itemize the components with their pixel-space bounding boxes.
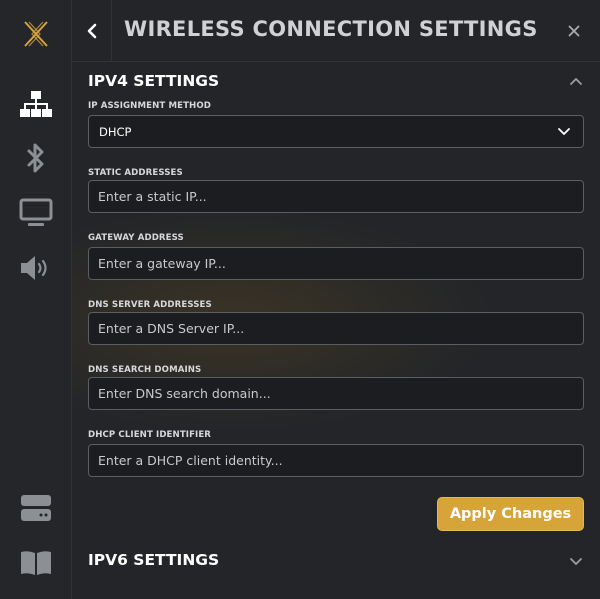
x-logo xyxy=(23,18,49,50)
app-window: WIRELESS CONNECTION SETTINGS IPV4 SETTIN… xyxy=(0,0,600,599)
ip-assignment-value: DHCP xyxy=(99,125,132,139)
chevron-up-icon xyxy=(570,78,582,85)
page-title: WIRELESS CONNECTION SETTINGS xyxy=(124,17,538,41)
ip-assignment-label: IP ASSIGNMENT METHOD xyxy=(88,101,211,111)
back-button[interactable] xyxy=(72,0,112,61)
ipv4-section-title: IPV4 SETTINGS xyxy=(88,72,220,90)
chevron-down-icon xyxy=(558,128,570,135)
settings-panel: WIRELESS CONNECTION SETTINGS IPV4 SETTIN… xyxy=(72,0,600,599)
bluetooth-icon[interactable] xyxy=(18,142,54,174)
dns-search-input[interactable] xyxy=(89,378,583,409)
gateway-address-input[interactable] xyxy=(89,248,583,279)
server-icon[interactable] xyxy=(18,492,54,524)
ip-assignment-select[interactable]: DHCP xyxy=(88,115,584,148)
static-addresses-field xyxy=(88,180,584,213)
dhcp-client-input[interactable] xyxy=(89,445,583,476)
close-button[interactable] xyxy=(563,20,585,42)
static-addresses-label: STATIC ADDRESSES xyxy=(88,168,183,178)
header: WIRELESS CONNECTION SETTINGS xyxy=(72,0,600,62)
gateway-address-label: GATEWAY ADDRESS xyxy=(88,233,184,243)
static-addresses-input[interactable] xyxy=(89,181,583,212)
chevron-left-icon xyxy=(87,23,96,38)
dns-search-label: DNS SEARCH DOMAINS xyxy=(88,365,202,375)
gateway-address-field xyxy=(88,247,584,280)
ipv6-section-header[interactable]: IPV6 SETTINGS xyxy=(88,547,584,575)
close-icon xyxy=(568,25,580,37)
network-icon[interactable] xyxy=(18,88,54,120)
dns-search-field xyxy=(88,377,584,410)
ipv4-section-header[interactable]: IPV4 SETTINGS xyxy=(88,68,584,96)
monitor-icon[interactable] xyxy=(18,197,54,229)
sidebar xyxy=(0,0,72,599)
book-icon[interactable] xyxy=(18,547,54,579)
dhcp-client-label: DHCP CLIENT IDENTIFIER xyxy=(88,430,212,440)
dns-server-label: DNS SERVER ADDRESSES xyxy=(88,300,212,310)
chevron-down-icon xyxy=(570,558,582,565)
speaker-icon[interactable] xyxy=(18,252,54,284)
dns-server-field xyxy=(88,312,584,345)
ipv6-section-title: IPV6 SETTINGS xyxy=(88,551,220,569)
apply-changes-button[interactable]: Apply Changes xyxy=(437,497,584,531)
dns-server-input[interactable] xyxy=(89,313,583,344)
dhcp-client-field xyxy=(88,444,584,477)
